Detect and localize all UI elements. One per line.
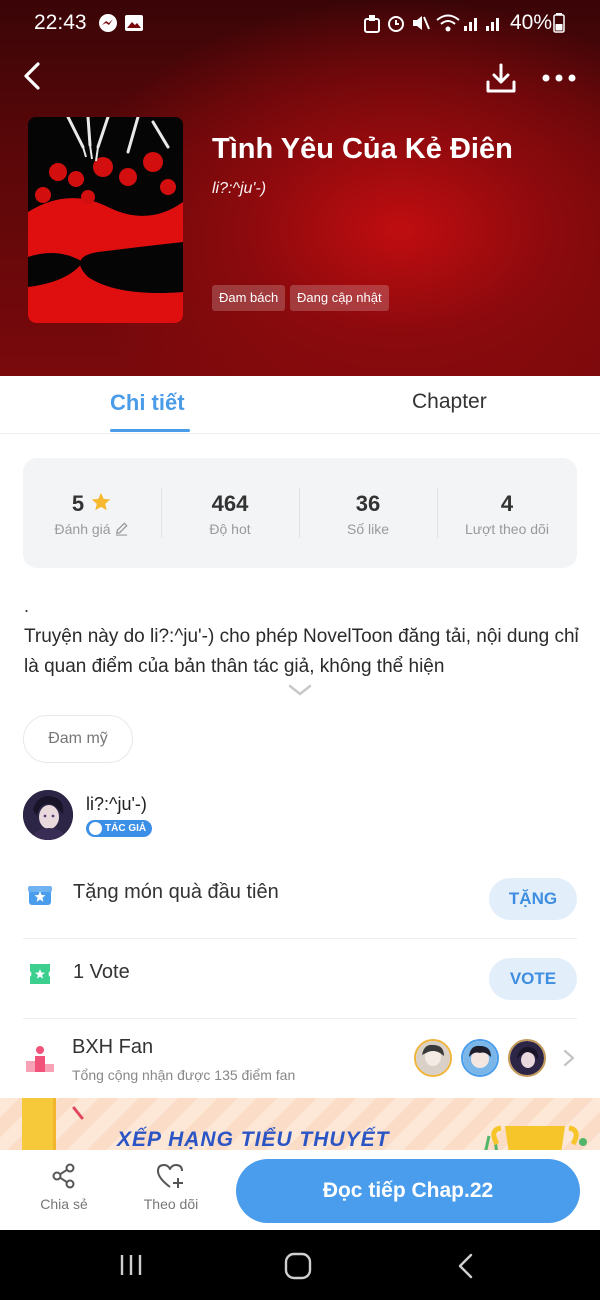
stat-likes: 36 Số like xyxy=(299,458,437,568)
fan-avatar-image xyxy=(463,1041,497,1075)
fan-avatar xyxy=(461,1039,499,1077)
chevron-down-icon[interactable] xyxy=(287,683,313,697)
system-back-icon[interactable] xyxy=(456,1252,476,1280)
cover-art xyxy=(28,117,183,323)
system-navigation-bar xyxy=(0,1230,600,1300)
fan-avatar-image xyxy=(510,1041,544,1075)
wifi-icon xyxy=(436,14,460,32)
share-icon xyxy=(52,1163,75,1189)
book-header: 22:43 40% Tình Yêu Của Kẻ Điên li?:^ju'-… xyxy=(0,0,600,376)
stat-likes-label: Số like xyxy=(346,521,390,537)
book-description: Truyện này do li?:^ju'-) cho phép NovelT… xyxy=(24,626,579,677)
novel-ranking-banner[interactable]: XẾP HẠNG TIỂU THUYẾT xyxy=(0,1098,600,1154)
status-time: 22:43 xyxy=(34,11,87,34)
tab-chapter[interactable]: Chapter xyxy=(412,390,487,414)
signal-icon xyxy=(464,18,477,31)
banner-text: XẾP HẠNG TIỂU THUYẾT xyxy=(117,1128,390,1151)
mute-icon xyxy=(413,16,430,30)
more-icon[interactable] xyxy=(540,66,578,90)
messenger-icon xyxy=(99,14,117,32)
stat-hot-value: 464 xyxy=(211,491,249,516)
row-divider xyxy=(23,1018,577,1019)
book-cover[interactable] xyxy=(28,117,183,323)
podium-icon xyxy=(26,1046,54,1072)
download-icon[interactable] xyxy=(484,62,518,96)
trophy-icon xyxy=(483,1125,587,1154)
active-tab-indicator xyxy=(110,429,190,432)
book-title: Tình Yêu Của Kẻ Điên xyxy=(212,133,513,165)
book-author[interactable]: li?:^ju'-) xyxy=(212,180,266,198)
stat-rating[interactable]: 5 Đánh giá xyxy=(23,458,161,568)
chevron-right-icon xyxy=(563,1049,575,1067)
follow-label: Theo dõi xyxy=(143,1196,199,1212)
star-icon xyxy=(92,492,111,511)
alarm-icon xyxy=(388,16,404,32)
genre-tag: Đam bách xyxy=(212,285,286,311)
recent-apps-icon[interactable] xyxy=(118,1252,144,1278)
banner-spark xyxy=(72,1106,84,1120)
stat-rating-value: 5 xyxy=(71,491,85,516)
stat-hot: 464 Độ hot xyxy=(161,458,299,568)
share-label: Chia sẻ xyxy=(40,1196,88,1212)
author-badge-icon xyxy=(89,822,102,835)
heart-plus-icon xyxy=(157,1164,183,1188)
fan-avatar-image xyxy=(416,1041,450,1075)
avatar-image xyxy=(23,790,73,840)
stat-rating-row: 5 xyxy=(23,491,161,517)
fan-ranking-title: BXH Fan xyxy=(72,1036,154,1058)
stat-hot-label: Độ hot xyxy=(209,521,251,537)
stat-followers-value: 4 xyxy=(500,491,514,516)
share-button[interactable]: Chia sẻ xyxy=(24,1162,104,1212)
fan-avatar xyxy=(508,1039,546,1077)
gift-text: Tặng món quà đầu tiên xyxy=(73,881,279,903)
fan-ranking-subtitle: Tổng cộng nhận được 135 điểm fan xyxy=(72,1067,296,1083)
author-badge-label: TÁC GIẢ xyxy=(105,823,147,834)
author-name[interactable]: li?:^ju'-) xyxy=(86,794,147,815)
vote-button[interactable]: VOTE xyxy=(489,958,577,1000)
stat-rating-label: Đánh giá xyxy=(54,521,111,537)
gift-row: Tặng món quà đầu tiên TẶNG xyxy=(23,859,577,939)
battery-percent: 40% xyxy=(510,11,553,34)
stat-followers: 4 Lượt theo dõi xyxy=(437,458,577,568)
vote-ticket-icon xyxy=(30,964,50,984)
banner-decoration xyxy=(22,1098,56,1154)
stat-followers-label: Lượt theo dõi xyxy=(465,521,549,537)
vote-row: 1 Vote VOTE xyxy=(23,939,577,1019)
continue-reading-button[interactable]: Đọc tiếp Chap.22 xyxy=(236,1159,580,1223)
signal-icon-2 xyxy=(486,18,499,31)
back-icon[interactable] xyxy=(18,60,48,92)
secure-folder-icon xyxy=(364,15,380,33)
author-avatar[interactable] xyxy=(23,790,73,840)
stat-rating-label-row: Đánh giá xyxy=(23,521,161,537)
gallery-icon xyxy=(125,15,143,31)
home-icon[interactable] xyxy=(284,1252,312,1280)
stats-panel: 5 Đánh giá 464 Độ hot 36 Số like 4 Lượt … xyxy=(23,458,577,568)
status-bar: 22:43 40% xyxy=(0,0,600,46)
tab-bar: Chi tiết Chapter xyxy=(0,376,600,434)
stat-likes-value: 36 xyxy=(355,491,381,516)
status-tag: Đang cập nhật xyxy=(290,285,389,311)
gift-button[interactable]: TẶNG xyxy=(489,878,577,920)
vote-text: 1 Vote xyxy=(73,961,130,983)
genre-chip[interactable]: Đam mỹ xyxy=(23,715,133,763)
battery-icon xyxy=(553,13,565,33)
tab-detail[interactable]: Chi tiết xyxy=(110,390,185,416)
author-badge: TÁC GIẢ xyxy=(86,820,153,837)
follow-button[interactable]: Theo dõi xyxy=(131,1162,211,1212)
bottom-action-bar: Chia sẻ Theo dõi Đọc tiếp Chap.22 xyxy=(0,1150,600,1230)
description-dot: . xyxy=(24,596,30,616)
gift-icon xyxy=(28,886,52,905)
fan-avatar xyxy=(414,1039,452,1077)
edit-icon xyxy=(116,522,129,536)
